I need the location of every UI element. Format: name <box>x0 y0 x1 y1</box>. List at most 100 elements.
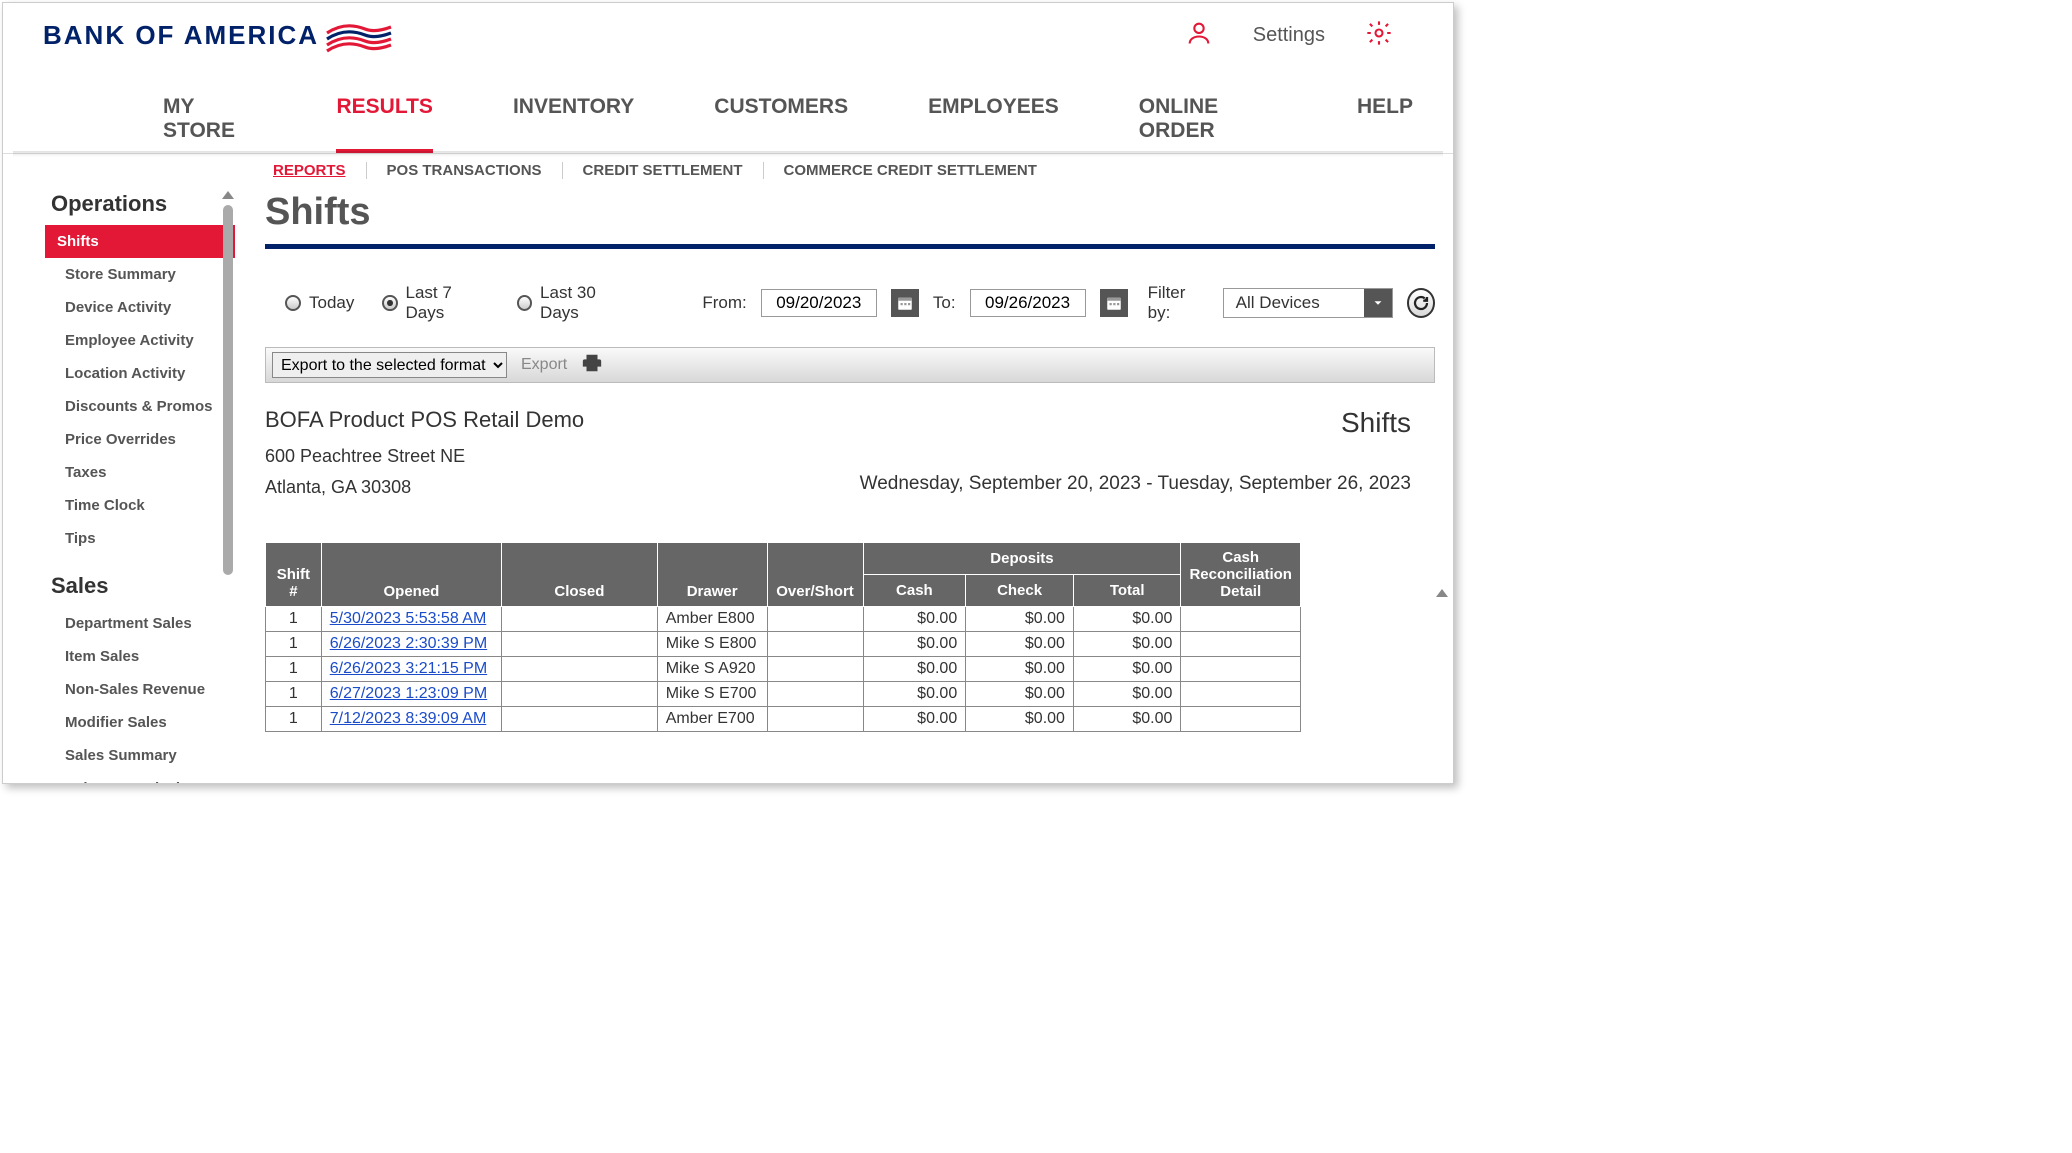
cell-overshort <box>767 607 863 632</box>
report-header: BOFA Product POS Retail Demo 600 Peachtr… <box>265 407 1435 502</box>
radio-last-30-days[interactable]: Last 30 Days <box>517 283 632 323</box>
sidebar-item-device-activity[interactable]: Device Activity <box>53 291 235 324</box>
export-bar: Export to the selected format Export <box>265 347 1435 383</box>
subnav-commerce-credit-settlement[interactable]: COMMERCE CREDIT SETTLEMENT <box>763 162 1057 179</box>
nav-my-store[interactable]: MY STORE <box>163 87 256 153</box>
sidebar-item-sales-commissions[interactable]: Sales Commissions <box>53 772 235 784</box>
calendar-icon <box>896 294 914 312</box>
from-date-input[interactable] <box>761 289 877 317</box>
scroll-up-icon[interactable] <box>1436 589 1448 597</box>
th-cash[interactable]: Cash <box>863 575 966 607</box>
nav-inventory[interactable]: INVENTORY <box>513 87 634 153</box>
sidebar-item-item-sales[interactable]: Item Sales <box>53 640 235 673</box>
opened-link[interactable]: 6/27/2023 1:23:09 PM <box>330 685 487 702</box>
sidebar-item-tips[interactable]: Tips <box>53 522 235 555</box>
subnav-credit-settlement[interactable]: CREDIT SETTLEMENT <box>562 162 763 179</box>
refresh-button[interactable] <box>1407 288 1435 318</box>
nav-results[interactable]: RESULTS <box>336 87 432 153</box>
user-area[interactable] <box>1045 21 1145 49</box>
cell-overshort <box>767 707 863 732</box>
logo-text: BANK OF AMERICA <box>43 20 319 51</box>
opened-link[interactable]: 5/30/2023 5:53:58 AM <box>330 610 487 627</box>
radio-today[interactable]: Today <box>285 293 354 313</box>
cell-overshort <box>767 657 863 682</box>
user-icon[interactable] <box>1185 19 1213 52</box>
page-title: Shifts <box>265 191 1435 234</box>
subnav-pos-transactions[interactable]: POS TRANSACTIONS <box>366 162 562 179</box>
nav-help[interactable]: HELP <box>1357 87 1413 153</box>
cell-overshort <box>767 682 863 707</box>
th-drawer[interactable]: Drawer <box>657 543 767 607</box>
scroll-up-icon[interactable] <box>222 191 234 199</box>
cell-shift: 1 <box>266 607 322 632</box>
cell-opened: 6/26/2023 3:21:15 PM <box>321 657 501 682</box>
opened-link[interactable]: 6/26/2023 3:21:15 PM <box>330 660 487 677</box>
to-calendar-button[interactable] <box>1100 289 1128 317</box>
th-recon[interactable]: Cash Reconciliation Detail <box>1181 543 1301 607</box>
cell-drawer: Mike S A920 <box>657 657 767 682</box>
report-title: Shifts <box>860 407 1411 439</box>
cell-closed <box>502 657 658 682</box>
th-shift[interactable]: Shift # <box>266 543 322 607</box>
filter-by-select[interactable]: All Devices <box>1223 288 1393 318</box>
sidebar-item-modifier-sales[interactable]: Modifier Sales <box>53 706 235 739</box>
sidebar-item-taxes[interactable]: Taxes <box>53 456 235 489</box>
subnav-reports[interactable]: REPORTS <box>253 162 366 179</box>
sidebar-item-store-summary[interactable]: Store Summary <box>53 258 235 291</box>
cell-check: $0.00 <box>966 657 1074 682</box>
cell-recon <box>1181 632 1301 657</box>
th-check[interactable]: Check <box>966 575 1074 607</box>
th-total[interactable]: Total <box>1073 575 1180 607</box>
sub-nav: REPORTS POS TRANSACTIONS CREDIT SETTLEME… <box>3 154 1453 187</box>
sidebar-scrollbar[interactable] <box>221 191 235 784</box>
filter-by-value: All Devices <box>1224 289 1364 317</box>
from-calendar-button[interactable] <box>891 289 919 317</box>
settings-link[interactable]: Settings <box>1253 24 1325 47</box>
nav-employees[interactable]: EMPLOYEES <box>928 87 1059 153</box>
shifts-table-wrap: Shift # Opened Closed Drawer Over/Short … <box>265 542 1435 732</box>
th-closed[interactable]: Closed <box>502 543 658 607</box>
cell-cash: $0.00 <box>863 682 966 707</box>
cell-opened: 6/27/2023 1:23:09 PM <box>321 682 501 707</box>
cell-closed <box>502 632 658 657</box>
export-link[interactable]: Export <box>521 356 567 374</box>
cell-shift: 1 <box>266 707 322 732</box>
to-date-input[interactable] <box>970 289 1086 317</box>
sidebar-item-shifts[interactable]: Shifts <box>45 225 235 258</box>
sidebar-item-employee-activity[interactable]: Employee Activity <box>53 324 235 357</box>
radio-last-30-days-label: Last 30 Days <box>540 283 632 323</box>
sidebar: Operations Shifts Store Summary Device A… <box>3 187 235 784</box>
sidebar-item-location-activity[interactable]: Location Activity <box>53 357 235 390</box>
sidebar-item-department-sales[interactable]: Department Sales <box>53 607 235 640</box>
opened-link[interactable]: 7/12/2023 8:39:09 AM <box>330 710 487 727</box>
calendar-icon <box>1105 294 1123 312</box>
logo[interactable]: BANK OF AMERICA <box>43 17 393 53</box>
sidebar-item-sales-summary[interactable]: Sales Summary <box>53 739 235 772</box>
report-scrollbar[interactable] <box>1435 589 1449 784</box>
radio-last-7-days[interactable]: Last 7 Days <box>382 283 489 323</box>
cell-check: $0.00 <box>966 682 1074 707</box>
cell-recon <box>1181 657 1301 682</box>
sidebar-item-time-clock[interactable]: Time Clock <box>53 489 235 522</box>
table-row: 17/12/2023 8:39:09 AMAmber E700$0.00$0.0… <box>266 707 1301 732</box>
sidebar-item-discounts-promos[interactable]: Discounts & Promos <box>53 390 235 423</box>
print-button[interactable] <box>581 352 603 379</box>
nav-online-order[interactable]: ONLINE ORDER <box>1139 87 1277 153</box>
gear-icon[interactable] <box>1365 19 1393 52</box>
sidebar-item-non-sales-revenue[interactable]: Non-Sales Revenue <box>53 673 235 706</box>
th-deposits[interactable]: Deposits <box>863 543 1181 575</box>
main-nav: MY STORE RESULTS INVENTORY CUSTOMERS EMP… <box>3 87 1453 154</box>
opened-link[interactable]: 6/26/2023 2:30:39 PM <box>330 635 487 652</box>
cell-cash: $0.00 <box>863 707 966 732</box>
th-opened[interactable]: Opened <box>321 543 501 607</box>
scroll-thumb[interactable] <box>223 205 233 575</box>
cell-total: $0.00 <box>1073 707 1180 732</box>
store-address-1: 600 Peachtree Street NE <box>265 441 584 472</box>
export-format-select[interactable]: Export to the selected format <box>272 352 507 378</box>
th-overshort[interactable]: Over/Short <box>767 543 863 607</box>
cell-opened: 7/12/2023 8:39:09 AM <box>321 707 501 732</box>
table-row: 16/27/2023 1:23:09 PMMike S E700$0.00$0.… <box>266 682 1301 707</box>
cell-check: $0.00 <box>966 607 1074 632</box>
sidebar-item-price-overrides[interactable]: Price Overrides <box>53 423 235 456</box>
nav-customers[interactable]: CUSTOMERS <box>714 87 848 153</box>
